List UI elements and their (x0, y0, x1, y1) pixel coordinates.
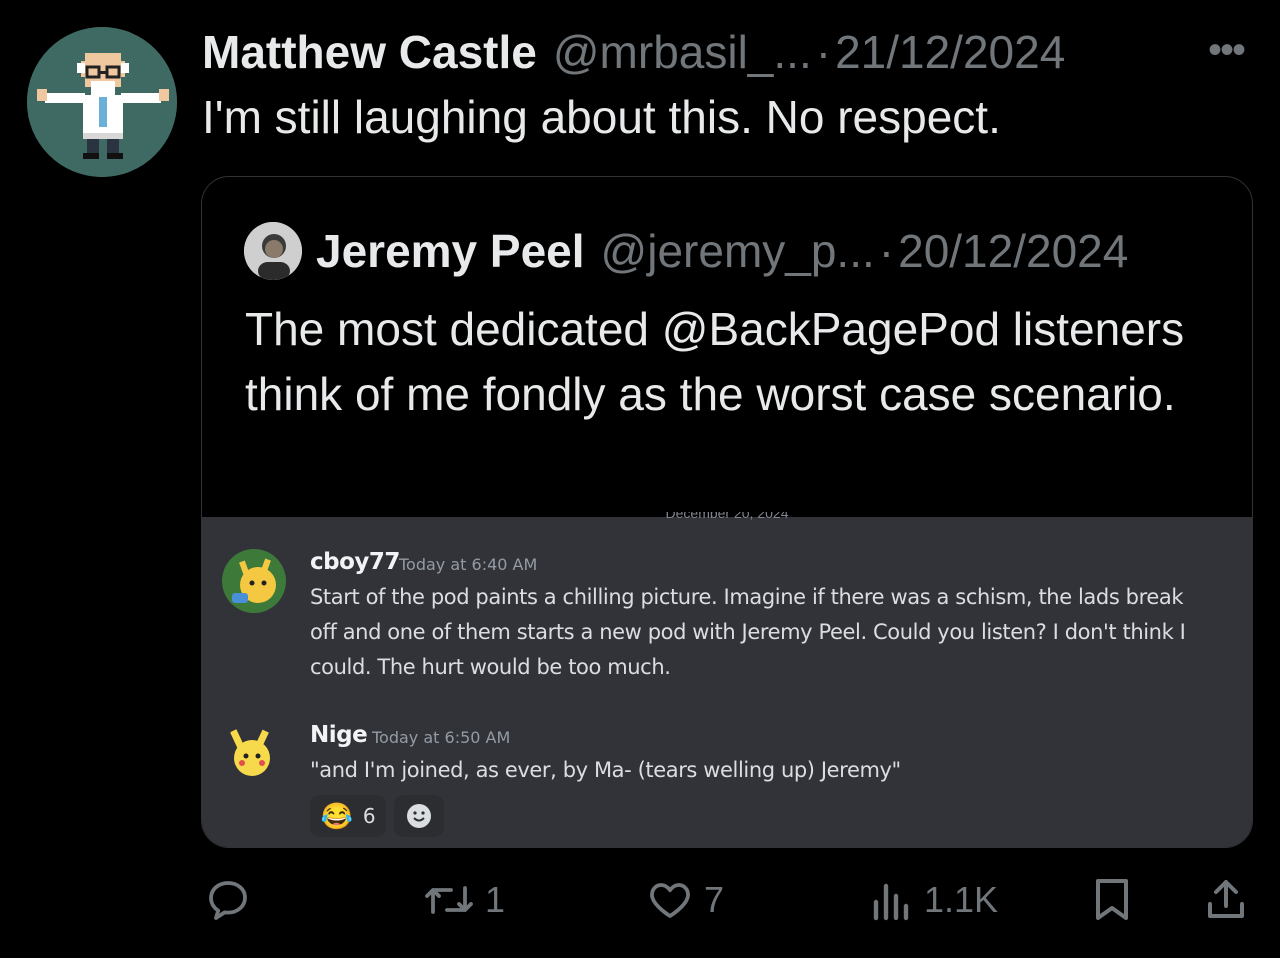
pikachu-avatar-icon (222, 549, 286, 613)
tweet-header: Matthew Castle @mrbasil_... · 21/12/2024 (202, 22, 1065, 82)
add-reaction-button[interactable] (394, 795, 444, 837)
cboy77-timestamp: Today at 6:40 AM (399, 555, 538, 574)
reply-icon (209, 881, 247, 920)
quoted-tweet-card[interactable]: Jeremy Peel @jeremy_p... · 20/12/2024 Th… (201, 176, 1253, 848)
quoted-author-name[interactable]: Jeremy Peel (316, 224, 585, 278)
quoted-tweet-header: Jeremy Peel @jeremy_p... · 20/12/2024 (244, 221, 1128, 281)
heart-icon (650, 883, 690, 918)
separator-dot: · (815, 26, 832, 78)
quoted-tweet-text: The most dedicated @BackPagePod listener… (245, 303, 1185, 420)
like-button[interactable]: 7 (646, 870, 724, 930)
cboy77-avatar (222, 549, 286, 613)
more-options-button[interactable]: ••• (1196, 30, 1256, 70)
quoted-separator-dot: · (878, 225, 895, 277)
discord-date-divider: December 20, 2024 (665, 512, 789, 520)
person-photo-icon (244, 222, 302, 280)
cboy77-username[interactable]: cboy77 (310, 549, 400, 575)
quoted-author-avatar (244, 222, 302, 280)
tweet-date[interactable]: 21/12/2024 (835, 25, 1065, 79)
reply-button[interactable] (204, 870, 252, 930)
tweet-text: I'm still laughing about this. No respec… (202, 91, 1001, 143)
pikachu-sprite-icon (222, 722, 286, 786)
like-count: 7 (704, 879, 725, 920)
bookmark-icon (1096, 879, 1128, 920)
bookmark-button[interactable] (1090, 870, 1134, 930)
views-chart-icon (873, 883, 909, 921)
retweet-count: 1 (485, 879, 506, 920)
author-handle[interactable]: @mrbasil_... (553, 25, 812, 79)
share-button[interactable] (1202, 870, 1250, 930)
share-icon (1208, 880, 1244, 918)
laugh-reaction-button[interactable]: 😂 6 (310, 795, 386, 837)
cboy77-message-line: off and one of them starts a new pod wit… (310, 620, 1186, 644)
nige-avatar (222, 722, 286, 786)
laughing-emoji-icon: 😂 (320, 801, 353, 831)
discord-screenshot-image[interactable]: December 20, 2024 cboy77 Today at 6:40 A… (202, 512, 1252, 847)
nige-username[interactable]: Nige (310, 722, 368, 748)
cboy77-message-line: Start of the pod paints a chilling pictu… (310, 585, 1184, 609)
nige-message-line: "and I'm joined, as ever, by Ma- (tears … (310, 758, 901, 782)
cboy77-message-line: could. The hurt would be too much. (310, 655, 671, 679)
views-count: 1.1K (924, 879, 999, 920)
nige-timestamp: Today at 6:50 AM (372, 728, 511, 747)
quoted-author-handle[interactable]: @jeremy_p... (601, 224, 875, 278)
pixel-scientist-avatar-icon (27, 27, 177, 177)
reaction-count: 6 (362, 804, 376, 828)
smiley-icon (407, 804, 431, 828)
retweet-icon (425, 886, 473, 914)
retweet-button[interactable]: 1 (423, 870, 505, 930)
author-name[interactable]: Matthew Castle (202, 25, 537, 79)
views-button[interactable]: 1.1K (870, 870, 998, 930)
quoted-tweet-date[interactable]: 20/12/2024 (898, 224, 1128, 278)
author-avatar[interactable] (27, 27, 177, 177)
